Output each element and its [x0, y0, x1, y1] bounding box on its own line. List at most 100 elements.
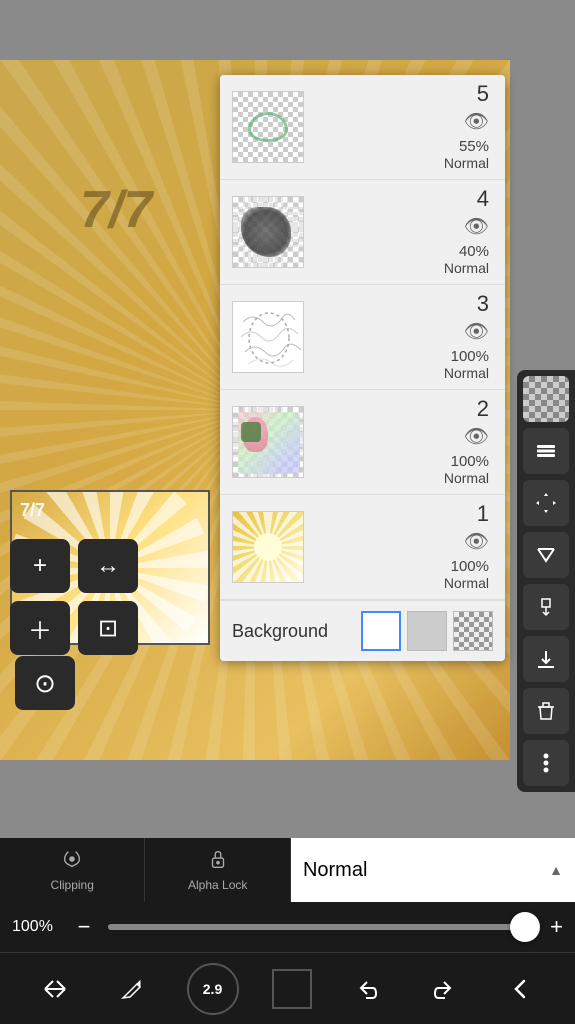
layer-5-thumbnail — [232, 91, 304, 163]
action-row-bottom: ＋ ⊡ — [10, 601, 138, 655]
layer-3-number: 3 — [477, 293, 489, 315]
layer-2-info: 2 👁 100% Normal — [304, 398, 493, 486]
clipping-svg — [61, 848, 83, 870]
checkerboard-button[interactable] — [523, 376, 569, 422]
layer-1-thumbnail — [232, 511, 304, 583]
artwork-text: 7/7 — [80, 180, 152, 240]
import-button[interactable] — [523, 636, 569, 682]
layer-1-blend: Normal — [444, 575, 489, 591]
layers-button[interactable] — [523, 428, 569, 474]
opacity-value: 100% — [12, 918, 60, 936]
move-icon — [534, 491, 558, 515]
layer-1-item[interactable]: 1 👁 100% Normal — [220, 495, 505, 600]
import-icon — [534, 647, 558, 671]
layer-5-eye[interactable]: 👁 — [464, 109, 489, 134]
clipping-button[interactable]: Clipping — [0, 838, 145, 902]
nav-bar: 2.9 — [0, 952, 575, 1024]
layer-4-opacity: 40% — [459, 243, 489, 260]
layer-4-info: 4 👁 40% Normal — [304, 188, 493, 276]
layer-3-opacity: 100% — [451, 348, 489, 365]
background-checker-swatch[interactable] — [453, 611, 493, 651]
layer-5-number: 5 — [477, 83, 489, 105]
action-row-top: + ↔ — [10, 539, 138, 593]
layers-icon — [534, 439, 558, 463]
merge-down-icon — [534, 595, 558, 619]
layer-4-thumbnail — [232, 196, 304, 268]
alpha-lock-icon — [207, 848, 229, 876]
add-small-button[interactable]: ＋ — [10, 601, 70, 655]
layer-2-opacity: 100% — [451, 453, 489, 470]
clipping-label: Clipping — [51, 878, 94, 892]
layer-3-info: 3 👁 100% Normal — [304, 293, 493, 381]
flip-layer-button[interactable]: ↔ — [78, 539, 138, 593]
layer-5-item[interactable]: 5 👁 55% Normal — [220, 75, 505, 180]
layer-4-item[interactable]: 4 👁 40% Normal — [220, 180, 505, 285]
background-row[interactable]: Background — [220, 600, 505, 661]
chevron-up-icon: ▲ — [549, 862, 563, 878]
layer-5-opacity: 55% — [459, 138, 489, 155]
transform-icon — [41, 975, 69, 1003]
camera-button[interactable]: ⊙ — [15, 656, 75, 710]
add-layer-button[interactable]: + — [10, 539, 70, 593]
plus-icon: + — [33, 552, 47, 580]
opacity-minus-button[interactable]: − — [70, 914, 98, 940]
move-button[interactable] — [523, 480, 569, 526]
delete-button[interactable] — [523, 688, 569, 734]
undo-icon — [354, 976, 380, 1002]
opacity-row: 100% − + — [0, 902, 575, 952]
opacity-thumb[interactable] — [510, 912, 540, 942]
alpha-lock-label: Alpha Lock — [188, 878, 247, 892]
undo-button[interactable] — [345, 967, 389, 1011]
flip-h-icon — [534, 543, 558, 567]
layer-3-svg — [233, 302, 304, 373]
merge-down-button[interactable] — [523, 584, 569, 630]
layer-2-thumbnail — [232, 406, 304, 478]
back-button[interactable] — [499, 967, 543, 1011]
layer-1-number: 1 — [477, 503, 489, 525]
pen-icon — [120, 977, 144, 1001]
layer-4-number: 4 — [477, 188, 489, 210]
layer-3-item[interactable]: 3 👁 100% Normal — [220, 285, 505, 390]
brush-size-indicator[interactable]: 2.9 — [187, 963, 239, 1015]
layer-5-blend: Normal — [444, 155, 489, 171]
redo-button[interactable] — [422, 967, 466, 1011]
clipping-icon — [61, 848, 83, 876]
color-swatch[interactable] — [272, 969, 312, 1009]
layer-4-blend: Normal — [444, 260, 489, 276]
background-white-swatch[interactable] — [361, 611, 401, 651]
flip-icon: ↔ — [96, 552, 120, 580]
bottom-section: Clipping Alpha Lock Normal ▲ 100% − + — [0, 838, 575, 1024]
blend-mode-selector[interactable]: Normal ▲ — [291, 838, 575, 902]
alpha-lock-svg — [207, 848, 229, 870]
layer-4-eye[interactable]: 👁 — [464, 214, 489, 239]
layer-2-item[interactable]: 2 👁 100% Normal — [220, 390, 505, 495]
right-toolbar — [517, 370, 575, 792]
layers-panel: 5 👁 55% Normal 4 👁 40% Normal — [220, 75, 505, 661]
layer-actions: + ↔ ＋ ⊡ — [10, 539, 138, 655]
more-icon — [543, 751, 549, 775]
blend-mode-label: Normal — [303, 859, 367, 882]
flip-h-button[interactable] — [523, 532, 569, 578]
opacity-plus-button[interactable]: + — [550, 914, 563, 940]
redo-icon — [431, 976, 457, 1002]
background-gray-swatch[interactable] — [407, 611, 447, 651]
mode-row: Clipping Alpha Lock Normal ▲ — [0, 838, 575, 902]
pen-button[interactable] — [110, 967, 154, 1011]
delete-icon — [534, 699, 558, 723]
opacity-slider-track[interactable] — [108, 924, 540, 930]
layer-3-blend: Normal — [444, 365, 489, 381]
back-icon — [508, 976, 534, 1002]
layer-2-number: 2 — [477, 398, 489, 420]
merge-button[interactable]: ⊡ — [78, 601, 138, 655]
layer-3-eye[interactable]: 👁 — [464, 319, 489, 344]
background-label: Background — [232, 621, 361, 642]
opacity-fill — [108, 924, 540, 930]
merge-icon: ⊡ — [98, 614, 118, 643]
brush-size-value: 2.9 — [203, 981, 222, 997]
plus-small-icon: ＋ — [28, 611, 52, 646]
transform-button[interactable] — [33, 967, 77, 1011]
layer-1-eye[interactable]: 👁 — [464, 529, 489, 554]
more-options-button[interactable] — [523, 740, 569, 786]
alpha-lock-button[interactable]: Alpha Lock — [145, 838, 290, 902]
layer-2-eye[interactable]: 👁 — [464, 424, 489, 449]
